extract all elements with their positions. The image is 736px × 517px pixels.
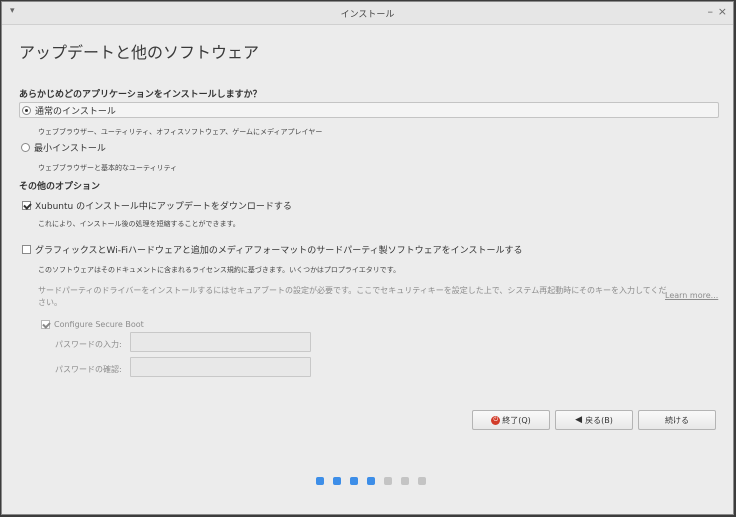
- quit-label: 終了(Q): [502, 415, 531, 425]
- radio-unselected-icon: [21, 142, 30, 152]
- progress-dot: [384, 477, 392, 485]
- minimal-install-radio[interactable]: 最小インストール: [19, 139, 719, 155]
- continue-button[interactable]: 続ける: [638, 410, 716, 430]
- progress-dot: [418, 477, 426, 485]
- other-options-heading: その他のオプション: [19, 182, 101, 192]
- configure-secure-boot-label: Configure Secure Boot: [54, 320, 144, 329]
- title-bar: ▾ インストール – ×: [2, 2, 733, 25]
- close-icon[interactable]: ×: [718, 5, 727, 18]
- password-confirm-label: パスワードの確認:: [55, 365, 122, 374]
- normal-install-radio[interactable]: 通常のインストール: [19, 102, 719, 118]
- quit-button[interactable]: ⏻ 終了(Q): [472, 410, 550, 430]
- password-label: パスワードの入力:: [55, 340, 122, 349]
- progress-dot: [350, 477, 358, 485]
- minimal-install-label: 最小インストール: [34, 143, 106, 154]
- continue-label: 続ける: [665, 415, 689, 425]
- normal-install-desc: ウェブブラウザー、ユーティリティ、オフィスソフトウェア、ゲームにメディアプレイヤ…: [38, 128, 323, 136]
- minimize-icon[interactable]: –: [708, 5, 714, 18]
- power-icon: ⏻: [491, 415, 501, 425]
- password-confirm-input[interactable]: [130, 357, 311, 377]
- progress-dot: [401, 477, 409, 485]
- normal-install-label: 通常のインストール: [35, 106, 116, 117]
- secure-boot-info: サードパーティのドライバーをインストールするにはセキュアブートの設定が必要です。…: [38, 286, 667, 307]
- password-input[interactable]: [130, 332, 311, 352]
- back-button[interactable]: ◀ 戻る(B): [555, 410, 633, 430]
- install-type-question: あらかじめどのアプリケーションをインストールしますか？: [19, 90, 262, 100]
- checkbox-empty-icon: [22, 245, 31, 254]
- back-label: 戻る(B): [585, 415, 613, 425]
- progress-dot: [367, 477, 375, 485]
- page-title: アップデートと他のソフトウェア: [19, 43, 260, 62]
- download-updates-checkbox[interactable]: Xubuntu のインストール中にアップデートをダウンロードする: [22, 199, 292, 212]
- learn-more-link[interactable]: Learn more...: [665, 291, 718, 300]
- progress-dot: [333, 477, 341, 485]
- third-party-label: グラフィックスとWi-Fiハードウェアと追加のメディアフォーマットのサードパーテ…: [35, 246, 523, 256]
- progress-dots: [316, 477, 435, 485]
- download-updates-desc: これにより、インストール後の処理を短縮することができます。: [38, 220, 240, 228]
- download-updates-label: Xubuntu のインストール中にアップデートをダウンロードする: [35, 202, 292, 212]
- progress-dot: [316, 477, 324, 485]
- checkmark-icon: [41, 320, 50, 329]
- configure-secure-boot-checkbox[interactable]: Configure Secure Boot: [41, 320, 144, 329]
- third-party-checkbox[interactable]: グラフィックスとWi-Fiハードウェアと追加のメディアフォーマットのサードパーテ…: [22, 243, 523, 256]
- arrow-left-icon: ◀: [575, 415, 583, 425]
- installer-window: ▾ インストール – × アップデートと他のソフトウェア あらかじめどのアプリケ…: [1, 1, 734, 515]
- radio-selected-icon: [22, 105, 31, 115]
- third-party-desc: このソフトウェアはそのドキュメントに含まれるライセンス規約に基づきます。いくつか…: [38, 266, 401, 274]
- minimal-install-desc: ウェブブラウザーと基本的なユーティリティ: [38, 164, 178, 172]
- checkmark-icon: [22, 201, 31, 210]
- window-title: インストール: [340, 10, 395, 20]
